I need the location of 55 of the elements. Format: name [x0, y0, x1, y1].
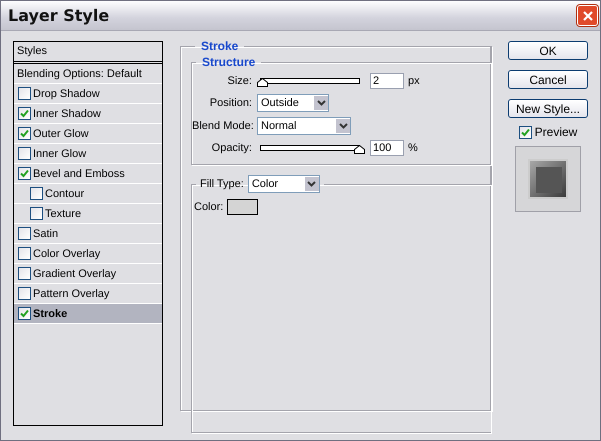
- list-item[interactable]: Satin: [14, 223, 162, 243]
- slider-thumb[interactable]: [354, 145, 365, 154]
- checkbox[interactable]: [18, 247, 31, 260]
- list-item[interactable]: Color Overlay: [14, 243, 162, 263]
- list-item[interactable]: Drop Shadow: [14, 83, 162, 103]
- unit-label: px: [408, 75, 420, 87]
- field-label: Blend Mode:: [192, 120, 252, 132]
- dropdown[interactable]: Outside: [257, 94, 329, 112]
- checkbox[interactable]: [18, 227, 31, 240]
- close-button[interactable]: [577, 5, 598, 26]
- list-item[interactable]: Contour: [14, 183, 162, 203]
- field-label: Color:: [194, 201, 224, 213]
- checkbox[interactable]: [518, 126, 532, 138]
- field-label: Fill Type:: [200, 178, 244, 190]
- field-label: Opacity:: [210, 142, 252, 154]
- list-item[interactable]: Outer Glow: [14, 123, 162, 143]
- chevron-down-icon: [338, 123, 348, 129]
- checkbox[interactable]: [18, 127, 31, 140]
- list-item[interactable]: Stroke: [14, 303, 162, 323]
- dialog-button[interactable]: OK: [508, 41, 588, 60]
- list-item[interactable]: Gradient Overlay: [14, 263, 162, 283]
- group-title: Structure: [201, 55, 256, 69]
- checkbox[interactable]: [18, 287, 31, 300]
- number-field[interactable]: 100: [370, 140, 404, 156]
- checkbox[interactable]: [18, 87, 31, 100]
- field-label: Position:: [208, 97, 252, 109]
- checkbox[interactable]: [18, 147, 31, 160]
- field-label: Size:: [226, 75, 252, 87]
- checkbox[interactable]: [18, 167, 31, 180]
- unit-label: %: [408, 142, 418, 154]
- preview-thumbnail: [515, 146, 581, 212]
- checkbox[interactable]: [18, 267, 31, 280]
- list-item[interactable]: Inner Glow: [14, 143, 162, 163]
- close-icon: [582, 10, 594, 22]
- slider-thumb[interactable]: [256, 78, 268, 87]
- list-item[interactable]: Bevel and Emboss: [14, 163, 162, 183]
- window-title: Layer Style: [8, 6, 110, 25]
- checkbox[interactable]: [30, 187, 43, 200]
- list-item[interactable]: Texture: [14, 203, 162, 223]
- checkbox-label: Preview: [534, 125, 578, 139]
- list-item[interactable]: Blending Options: Default: [14, 64, 162, 83]
- checkbox[interactable]: [18, 307, 31, 320]
- chevron-down-icon: [307, 181, 316, 187]
- dropdown[interactable]: Color: [248, 175, 320, 193]
- list-header: Styles: [14, 42, 162, 64]
- checkbox[interactable]: [30, 207, 43, 220]
- dialog-button[interactable]: New Style...: [508, 99, 588, 118]
- number-field[interactable]: 2: [370, 73, 404, 89]
- dropdown[interactable]: Normal: [257, 117, 351, 135]
- color-swatch[interactable]: [227, 199, 258, 215]
- list-item[interactable]: Inner Shadow: [14, 103, 162, 123]
- checkbox[interactable]: [18, 107, 31, 120]
- dialog-button[interactable]: Cancel: [508, 70, 588, 89]
- chevron-down-icon: [316, 100, 326, 106]
- group-title: Stroke: [200, 39, 240, 53]
